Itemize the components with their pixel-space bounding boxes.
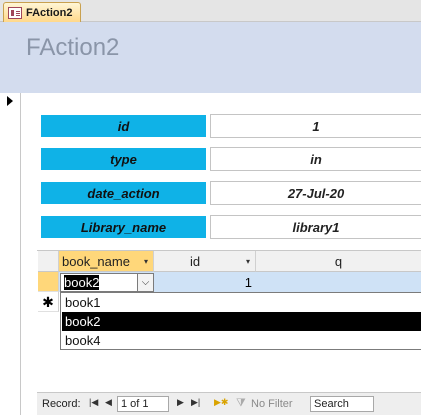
id-label: id: [41, 115, 206, 137]
filter-icon: ⧩: [236, 397, 246, 409]
date-action-label: date_action: [41, 182, 206, 204]
record-label: Record:: [42, 398, 81, 410]
combo-dropdown-button[interactable]: ⌵: [137, 273, 154, 292]
column-header-book-name[interactable]: book_name ▾: [59, 251, 154, 272]
library-name-field[interactable]: library1: [210, 215, 421, 239]
search-input[interactable]: Search: [310, 396, 374, 412]
form-title: FAction2: [26, 34, 120, 61]
column-header-label: q: [334, 253, 343, 269]
record-selector-bar[interactable]: [0, 93, 21, 415]
column-header-label: id: [190, 253, 201, 269]
record-navigation-bar: Record: |◀ ◀ 1 of 1 ▶ ▶| ▶✱ ⧩ No Filter …: [37, 392, 421, 415]
combo-dropdown-list: book1 book2 book4: [60, 292, 421, 350]
dropdown-option-selected[interactable]: book2: [62, 312, 421, 331]
dropdown-option[interactable]: book4: [62, 331, 421, 350]
id-field[interactable]: 1: [210, 114, 421, 138]
column-header-id[interactable]: id ▾: [154, 251, 256, 272]
last-record-icon[interactable]: ▶|: [191, 397, 200, 408]
column-header-q[interactable]: q: [256, 251, 421, 272]
chevron-down-icon[interactable]: ▾: [139, 257, 153, 266]
next-record-icon[interactable]: ▶: [177, 397, 184, 408]
document-tab-bar: FAction2: [0, 0, 421, 22]
combo-selected-text: book2: [64, 275, 100, 290]
row-id-cell[interactable]: 1: [156, 273, 256, 292]
current-record-arrow-icon: [7, 96, 13, 106]
date-action-field[interactable]: 27-Jul-20: [210, 181, 421, 205]
column-header-label: book_name: [62, 253, 130, 269]
new-record-icon[interactable]: ▶✱: [214, 397, 228, 408]
dropdown-option[interactable]: book1: [62, 293, 421, 312]
tab-faction2[interactable]: FAction2: [3, 2, 81, 22]
first-record-icon[interactable]: |◀: [89, 397, 98, 408]
type-field[interactable]: in: [210, 147, 421, 171]
previous-record-icon[interactable]: ◀: [105, 397, 112, 408]
row-selector-current[interactable]: [38, 272, 59, 292]
tab-label: FAction2: [26, 6, 73, 19]
no-filter-button[interactable]: No Filter: [251, 398, 293, 410]
select-all-corner[interactable]: [38, 251, 59, 272]
library-name-label: Library_name: [41, 216, 206, 238]
new-record-marker[interactable]: ✱: [38, 292, 59, 312]
record-position-input[interactable]: 1 of 1: [117, 396, 169, 412]
type-label: type: [41, 148, 206, 170]
chevron-down-icon[interactable]: ▾: [241, 257, 255, 266]
form-icon: [8, 6, 22, 19]
